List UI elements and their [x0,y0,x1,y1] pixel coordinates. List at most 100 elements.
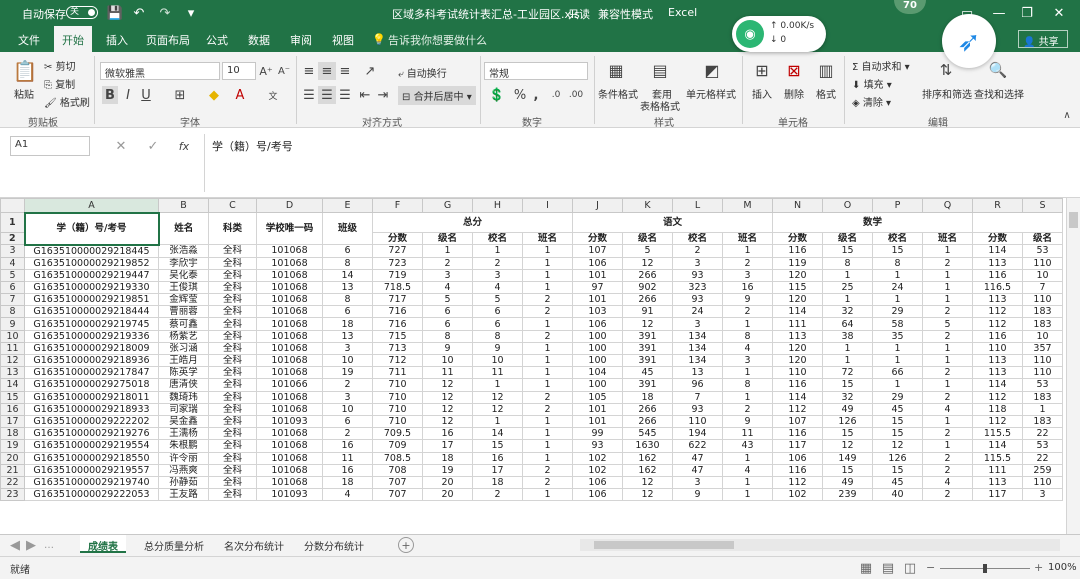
cell[interactable]: G163510000029219740 [24,475,159,490]
cell[interactable]: 16 [422,427,473,441]
cell[interactable]: 259 [1022,463,1063,477]
align-right-icon[interactable]: ☰ [336,86,354,104]
share-button[interactable]: 👤 共享 [1018,30,1068,48]
cell[interactable]: 2 [522,463,573,477]
cell[interactable]: 1 [522,439,573,453]
cell[interactable]: 266 [622,402,673,416]
orientation-icon[interactable]: ↗ [360,62,380,80]
cell[interactable]: 吴金鑫 [158,414,209,429]
delete-cells-icon[interactable]: ⊠ [782,58,806,82]
row-header[interactable]: 11 [0,341,25,356]
cell[interactable]: 11 [722,427,773,441]
row-header[interactable]: 14 [0,378,25,392]
row-header[interactable]: 12 [0,353,25,368]
cell[interactable]: 101068 [256,427,323,441]
cell[interactable]: 101093 [256,488,323,502]
row-header[interactable]: 17 [0,414,25,429]
cell[interactable]: 1 [922,378,973,392]
cell[interactable]: 100 [572,353,623,368]
cell[interactable]: 全科 [208,329,257,343]
decrease-decimal-icon[interactable]: .00 [566,86,586,104]
cell[interactable]: 4 [422,280,473,295]
cell[interactable]: 102 [772,488,823,502]
fill-button[interactable]: ⬇ 填充 ▾ [852,76,892,91]
cell[interactable]: 93 [672,293,723,307]
cell[interactable]: 15 [822,244,873,258]
cell[interactable]: 104 [572,366,623,380]
sheet-tab-rank[interactable]: 名次分布统计 [216,535,292,553]
row-header[interactable]: 7 [0,293,25,307]
cell[interactable]: 全科 [208,427,257,441]
sheet-tab-quality[interactable]: 总分质量分析 [136,535,212,553]
cell-subheader[interactable]: 分数 [372,232,423,245]
conditional-format-button[interactable]: 条件格式 [598,86,638,101]
cell[interactable]: 2 [522,305,573,319]
cell[interactable]: 许令丽 [158,451,209,465]
cell[interactable]: 101066 [256,378,323,392]
percent-icon[interactable]: % [512,86,528,104]
number-format-select[interactable]: 常规 [484,62,588,80]
format-cells-icon[interactable]: ▥ [814,58,838,82]
cell[interactable]: 吴化泰 [158,268,209,282]
scroll-thumb[interactable] [1069,212,1078,228]
zoom-slider[interactable] [940,564,1030,573]
cell[interactable]: 8 [822,256,873,270]
cell[interactable]: 2 [472,256,523,270]
cell[interactable]: 1 [522,378,573,392]
cell[interactable]: 16 [722,280,773,295]
grow-font-icon[interactable]: A⁺ [258,62,274,80]
insert-cells-button[interactable]: 插入 [752,86,772,101]
cell[interactable]: 391 [622,353,673,368]
cell[interactable]: 45 [622,366,673,380]
cell[interactable]: 9 [472,341,523,356]
cell[interactable]: 8 [322,293,373,307]
cell[interactable]: 1 [922,268,973,282]
cell[interactable]: 53 [1022,439,1063,453]
cell[interactable]: 5 [622,244,673,258]
cell[interactable]: 1 [472,244,523,258]
clear-button[interactable]: ◈ 清除 ▾ [852,94,891,109]
cell[interactable]: 112 [972,305,1023,319]
merge-center-button[interactable]: ⊟ 合并后居中 ▾ [398,86,476,105]
cell-subheader[interactable]: 校名 [672,232,723,245]
cell[interactable]: 112 [972,414,1023,429]
cell[interactable]: 101068 [256,256,323,270]
cell-subheader[interactable]: 校名 [872,232,923,245]
cell[interactable]: 张浩淼 [158,244,209,258]
cell-subheader[interactable]: 级名 [422,232,473,245]
cell[interactable]: G163510000029219851 [24,293,159,307]
cell[interactable]: G163510000029218550 [24,451,159,465]
zoom-in-icon[interactable]: + [1034,561,1043,574]
cell[interactable]: G163510000029217847 [24,366,159,380]
cell[interactable]: G163510000029218011 [24,390,159,404]
restore-icon[interactable]: ❐ [1018,4,1036,22]
phonetic-icon[interactable]: 文 [262,86,284,104]
cell[interactable]: 2 [322,427,373,441]
cell-style-button[interactable]: 单元格样式 [686,86,736,101]
cell[interactable]: 32 [822,305,873,319]
cell[interactable]: 6 [322,244,373,258]
cell[interactable]: 1 [722,366,773,380]
cell[interactable]: 149 [822,451,873,465]
zoom-out-icon[interactable]: − [926,561,935,574]
sheet-ellipsis[interactable]: … [44,540,54,551]
cell[interactable]: 15 [872,463,923,477]
col-header[interactable]: F [372,198,423,213]
insert-cells-icon[interactable]: ⊞ [750,58,774,82]
cell[interactable]: 120 [772,293,823,307]
row-header[interactable]: 3 [0,244,25,258]
cell[interactable]: 1 [722,390,773,404]
cell[interactable]: 20 [422,488,473,502]
align-center-icon[interactable]: ☰ [318,86,336,104]
cell[interactable]: 1 [522,341,573,356]
cell[interactable]: 116 [772,427,823,441]
cell[interactable]: 101068 [256,353,323,368]
cell[interactable]: 96 [672,378,723,392]
cell[interactable]: 1 [722,244,773,258]
h-scroll-thumb[interactable] [594,541,734,549]
cell[interactable]: 全科 [208,256,257,270]
tab-home[interactable]: 开始 [54,26,92,52]
spreadsheet-grid[interactable]: A B C D E F G H I J K L M N O P Q R S 1 … [0,198,1080,534]
cell[interactable]: 13 [672,366,723,380]
cell[interactable]: 5 [472,293,523,307]
